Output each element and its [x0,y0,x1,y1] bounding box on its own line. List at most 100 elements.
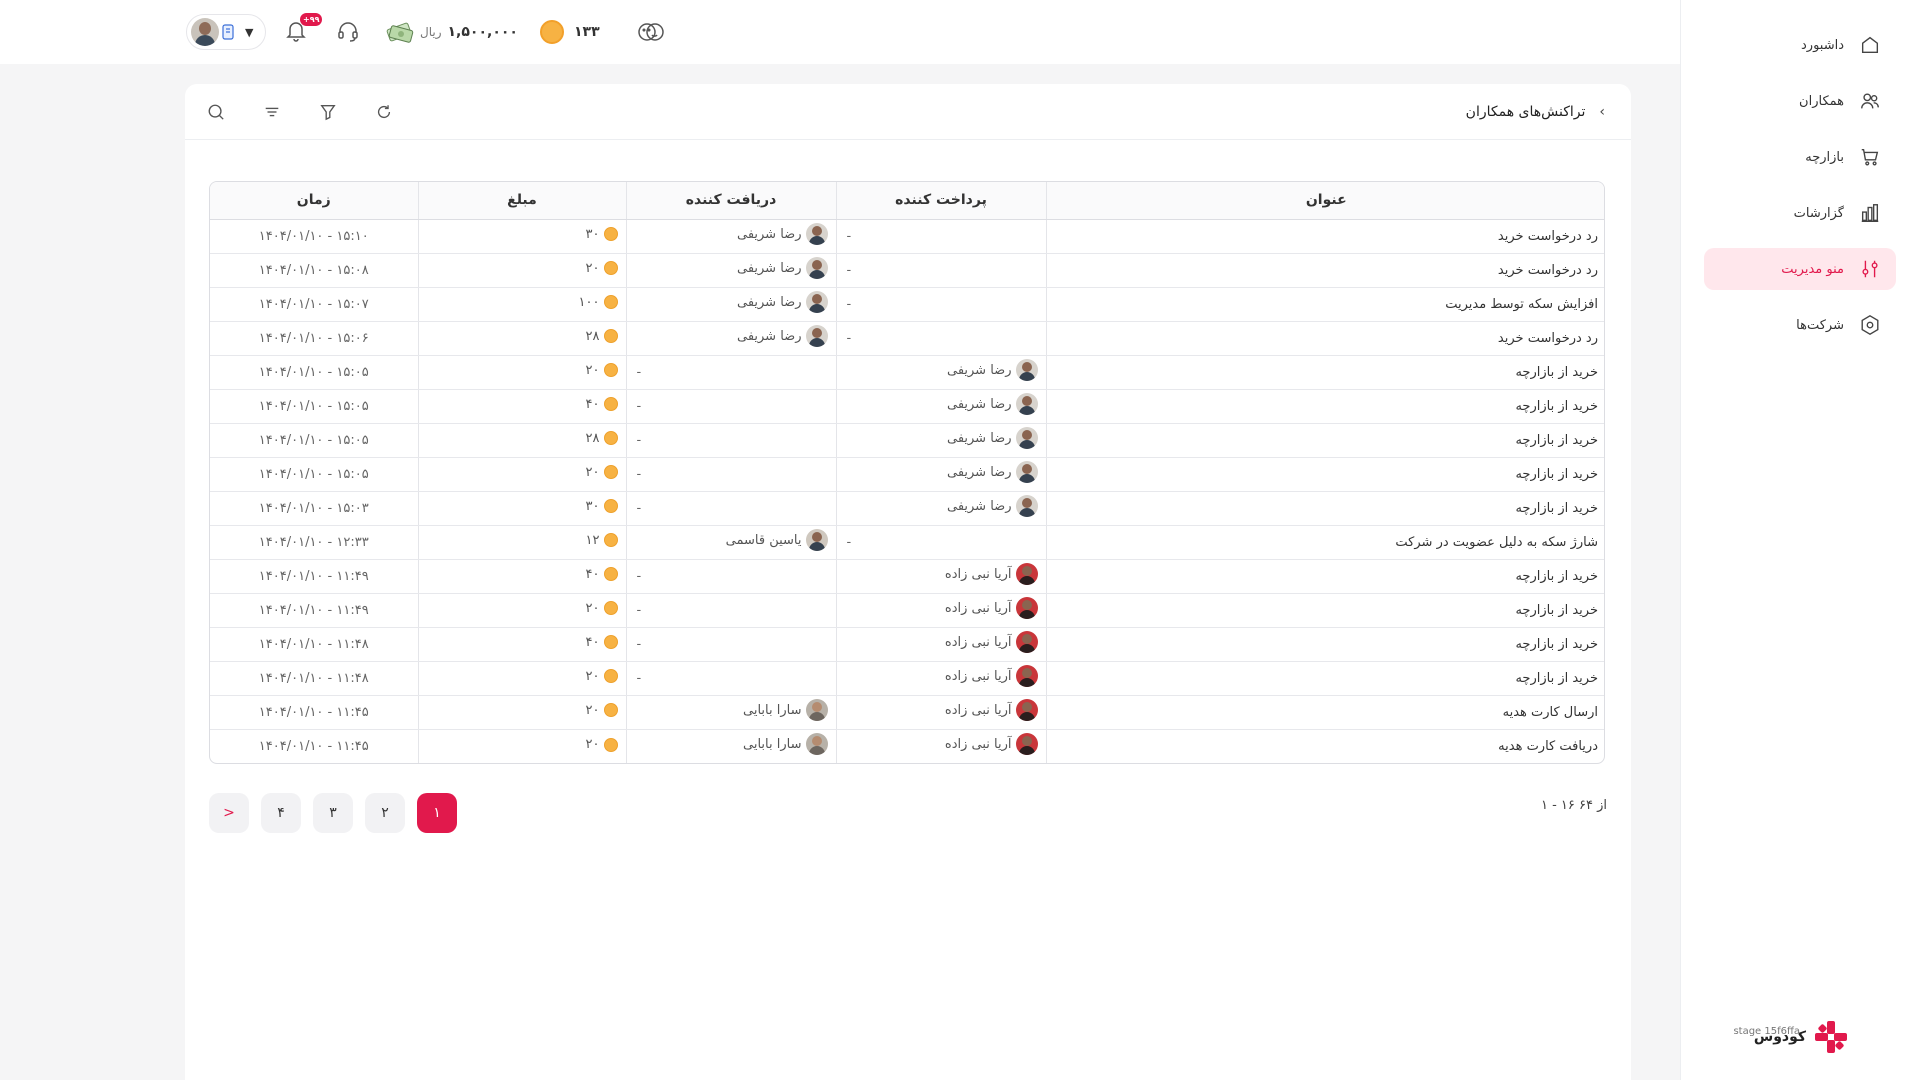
coin-icon [603,601,618,616]
cell-receiver: سارا بابایی [625,695,836,730]
cell-time: ۱۴۰۴/۰۱/۱۰ - ۱۲:۳۳ [210,525,418,560]
page-4-button[interactable]: ۴ [261,793,301,833]
cell-receiver: رضا شریفی [625,219,836,254]
cell-title: رد درخواست خرید [1045,321,1604,356]
table-row[interactable]: خرید از بازارچه رضا شریفی - ۲۰ ۱۴۰۴/۰۱/۱۰ - … [210,355,1604,390]
cell-amount: ۲۰ [417,729,626,763]
cell-amount: ۱۲ [417,525,626,560]
avatar [1015,393,1038,415]
table-row[interactable]: ارسال کارت هدیه آریا نبی زاده سارا بابایی ۲… [210,695,1604,730]
amount-value: ۱۰۰ [578,294,600,310]
column-header-amount[interactable]: مبلغ [417,182,626,220]
column-header-payer[interactable]: پرداخت کننده [835,182,1046,220]
mood-button[interactable] [636,20,664,44]
search-button[interactable] [205,101,227,123]
page-2-button[interactable]: ۲ [365,793,405,833]
column-header-receiver[interactable]: دریافت کننده [625,182,836,220]
sidebar-item-reports[interactable]: گزارشات [1704,192,1896,234]
cell-payer: آریا نبی زاده [835,729,1046,763]
search-icon [208,104,224,120]
table-row[interactable]: شارژ سکه به دلیل عضویت در شرکت - یاسین قاس… [210,525,1604,560]
amount-value: ۲۰ [585,464,600,480]
cell-receiver: رضا شریفی [625,287,836,322]
users-icon [1861,93,1879,109]
table-row[interactable]: خرید از بازارچه رضا شریفی - ۲۸ ۱۴۰۴/۰۱/۱۰ - … [210,423,1604,458]
cell-receiver-name: رضا شریفی [736,294,802,310]
cell-time: ۱۴۰۴/۰۱/۱۰ - ۱۱:۴۸ [210,661,418,696]
amount-value: ۲۰ [585,668,600,684]
wallet-balance: ریال ۱,۵۰۰,۰۰۰ [386,18,518,46]
user-avatar [191,18,219,46]
sidebar-item-admin-menu[interactable]: منو مدیریت [1704,248,1896,290]
coin-icon [603,703,618,718]
cell-title: خرید از بازارچه [1045,355,1604,390]
column-header-title[interactable]: عنوان [1045,182,1604,220]
sidebar-item-colleagues[interactable]: همکاران [1704,80,1896,122]
pagination-range: ۱ - ۱۶ از ۶۴ [1540,798,1607,813]
table-row[interactable]: افزایش سکه توسط مدیریت - رضا شریفی ۱۰۰ ۱۴۰۴/… [210,287,1604,322]
amount-value: ۳۰ [585,498,600,514]
cell-time: ۱۴۰۴/۰۱/۱۰ - ۱۱:۴۹ [210,559,418,594]
cell-payer-empty: - [835,219,1046,254]
cell-payer-empty: - [835,525,1046,560]
cell-payer-empty: - [835,287,1046,322]
amount-value: ۲۰ [585,702,600,718]
cell-amount: ۲۰ [417,355,626,390]
next-page-button[interactable]: > [209,793,249,833]
coin-amount: ۱۳۳ [574,24,600,40]
cell-payer: آریا نبی زاده [835,559,1046,594]
cell-amount: ۳۰ [417,491,626,526]
table-row[interactable]: خرید از بازارچه رضا شریفی - ۳۰ ۱۴۰۴/۰۱/۱۰ - … [210,491,1604,526]
transactions-table: عنوان پرداخت کننده دریافت کننده مبلغ زما… [209,181,1605,764]
filter-button[interactable] [317,101,339,123]
sidebar-item-label: گزارشات [1793,205,1844,221]
cell-payer: رضا شریفی [835,491,1046,526]
table-row[interactable]: دریافت کارت هدیه آریا نبی زاده سارا بابایی… [210,729,1604,763]
user-menu-button[interactable]: ▼ [186,14,266,50]
table-row[interactable]: رد درخواست خرید - رضا شریفی ۲۸ ۱۴۰۴/۰۱/۱۰ - … [210,321,1604,356]
table-row[interactable]: خرید از بازارچه رضا شریفی - ۴۰ ۱۴۰۴/۰۱/۱۰ - … [210,389,1604,424]
sidebar-item-companies[interactable]: شرکت‌ها [1704,304,1896,346]
filter-icon [320,104,336,120]
table-row[interactable]: خرید از بازارچه رضا شریفی - ۲۰ ۱۴۰۴/۰۱/۱۰ - … [210,457,1604,492]
cell-time: ۱۴۰۴/۰۱/۱۰ - ۱۱:۴۵ [258,738,369,754]
cell-title: خرید از بازارچه [1045,627,1604,662]
table-row[interactable]: رد درخواست خرید - رضا شریفی ۳۰ ۱۴۰۴/۰۱/۱۰ - … [210,219,1604,254]
table-row[interactable]: خرید از بازارچه آریا نبی زاده - ۴۰ ۱۴۰۴/۰۱/۱… [210,559,1604,594]
page-3-button[interactable]: ۳ [313,793,353,833]
cell-payer-name: آریا نبی زاده [944,600,1012,616]
cell-amount: ۲۰ [417,457,626,492]
amount-value: ۲۰ [585,362,600,378]
cell-receiver-name: یاسین قاسمی [725,532,802,548]
table-row[interactable]: رد درخواست خرید - رضا شریفی ۲۰ ۱۴۰۴/۰۱/۱۰ - … [210,253,1604,288]
table-row[interactable]: خرید از بازارچه آریا نبی زاده - ۲۰ ۱۴۰۴/۰۱/۱… [210,593,1604,628]
avatar [1015,563,1038,585]
cell-title: خرید از بازارچه [1045,389,1604,424]
column-header-time[interactable]: زمان [210,182,418,220]
amount-value: ۲۸ [585,328,600,344]
cell-receiver-name: سارا بابایی [743,702,802,718]
sort-button[interactable] [261,101,283,123]
support-button[interactable] [336,19,362,45]
table-row[interactable]: خرید از بازارچه آریا نبی زاده - ۴۰ ۱۴۰۴/۰۱/۱… [210,627,1604,662]
table-row[interactable]: خرید از بازارچه آریا نبی زاده - ۲۰ ۱۴۰۴/۰۱/۱… [210,661,1604,696]
amount-value: ۴۰ [585,566,600,582]
hexagon-icon [1861,315,1879,335]
sidebar-item-dashboard[interactable]: داشبورد [1704,24,1896,66]
notifications-button[interactable]: +۹۹ [284,13,323,46]
cell-receiver-empty: - [625,627,836,662]
cell-payer: آریا نبی زاده [835,695,1046,730]
cell-receiver-empty: - [625,491,836,526]
cell-title: خرید از بازارچه [1045,491,1604,526]
page-1-button[interactable]: ۱ [417,793,457,833]
cell-amount: ۴۰ [417,627,626,662]
chevron-left-icon[interactable]: ‹ [1599,104,1605,120]
home-icon [1861,36,1879,54]
avatar [1015,427,1038,449]
cell-receiver-empty: - [625,457,836,492]
amount-value: ۴۰ [585,634,600,650]
sidebar-item-marketplace[interactable]: بازارچه [1704,136,1896,178]
refresh-button[interactable] [373,101,395,123]
avatar [1015,699,1038,721]
cell-receiver: رضا شریفی [625,253,836,288]
